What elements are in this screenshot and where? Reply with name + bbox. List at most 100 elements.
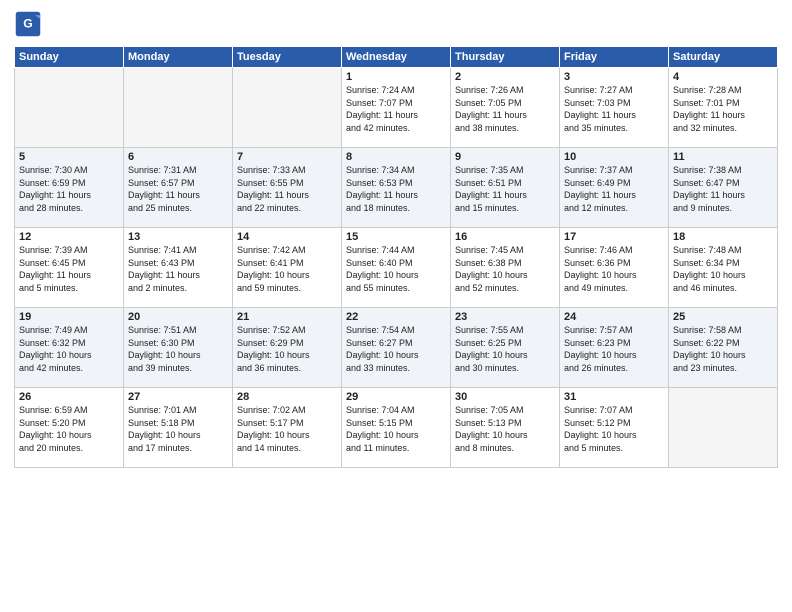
day-info: Sunrise: 7:04 AM Sunset: 5:15 PM Dayligh… (346, 404, 446, 454)
day-number: 2 (455, 71, 555, 83)
day-number: 6 (128, 151, 228, 163)
calendar-week-4: 19Sunrise: 7:49 AM Sunset: 6:32 PM Dayli… (15, 308, 778, 388)
day-info: Sunrise: 7:42 AM Sunset: 6:41 PM Dayligh… (237, 244, 337, 294)
calendar-cell: 13Sunrise: 7:41 AM Sunset: 6:43 PM Dayli… (124, 228, 233, 308)
day-number: 7 (237, 151, 337, 163)
day-info: Sunrise: 7:02 AM Sunset: 5:17 PM Dayligh… (237, 404, 337, 454)
day-number: 13 (128, 231, 228, 243)
svg-text:G: G (23, 17, 33, 31)
day-info: Sunrise: 7:24 AM Sunset: 7:07 PM Dayligh… (346, 84, 446, 134)
day-header-sunday: Sunday (15, 47, 124, 68)
day-info: Sunrise: 7:54 AM Sunset: 6:27 PM Dayligh… (346, 324, 446, 374)
calendar-cell (669, 388, 778, 468)
day-header-wednesday: Wednesday (342, 47, 451, 68)
day-info: Sunrise: 7:31 AM Sunset: 6:57 PM Dayligh… (128, 164, 228, 214)
day-number: 3 (564, 71, 664, 83)
day-number: 27 (128, 391, 228, 403)
day-number: 11 (673, 151, 773, 163)
calendar-cell: 1Sunrise: 7:24 AM Sunset: 7:07 PM Daylig… (342, 68, 451, 148)
calendar-week-3: 12Sunrise: 7:39 AM Sunset: 6:45 PM Dayli… (15, 228, 778, 308)
calendar-cell: 30Sunrise: 7:05 AM Sunset: 5:13 PM Dayli… (451, 388, 560, 468)
day-info: Sunrise: 7:38 AM Sunset: 6:47 PM Dayligh… (673, 164, 773, 214)
calendar-cell: 4Sunrise: 7:28 AM Sunset: 7:01 PM Daylig… (669, 68, 778, 148)
day-info: Sunrise: 7:44 AM Sunset: 6:40 PM Dayligh… (346, 244, 446, 294)
day-number: 20 (128, 311, 228, 323)
day-header-friday: Friday (560, 47, 669, 68)
calendar-week-5: 26Sunrise: 6:59 AM Sunset: 5:20 PM Dayli… (15, 388, 778, 468)
calendar-cell: 31Sunrise: 7:07 AM Sunset: 5:12 PM Dayli… (560, 388, 669, 468)
calendar-cell: 21Sunrise: 7:52 AM Sunset: 6:29 PM Dayli… (233, 308, 342, 388)
day-info: Sunrise: 7:57 AM Sunset: 6:23 PM Dayligh… (564, 324, 664, 374)
calendar-cell: 14Sunrise: 7:42 AM Sunset: 6:41 PM Dayli… (233, 228, 342, 308)
day-info: Sunrise: 7:07 AM Sunset: 5:12 PM Dayligh… (564, 404, 664, 454)
day-info: Sunrise: 7:27 AM Sunset: 7:03 PM Dayligh… (564, 84, 664, 134)
calendar-table: SundayMondayTuesdayWednesdayThursdayFrid… (14, 46, 778, 468)
logo-icon: G (14, 10, 42, 38)
day-info: Sunrise: 7:39 AM Sunset: 6:45 PM Dayligh… (19, 244, 119, 294)
header: G (14, 10, 778, 38)
calendar-cell: 9Sunrise: 7:35 AM Sunset: 6:51 PM Daylig… (451, 148, 560, 228)
calendar-cell (233, 68, 342, 148)
day-number: 16 (455, 231, 555, 243)
day-header-tuesday: Tuesday (233, 47, 342, 68)
calendar-cell (124, 68, 233, 148)
day-info: Sunrise: 7:55 AM Sunset: 6:25 PM Dayligh… (455, 324, 555, 374)
day-number: 1 (346, 71, 446, 83)
logo: G (14, 10, 44, 38)
day-number: 31 (564, 391, 664, 403)
day-number: 25 (673, 311, 773, 323)
calendar-cell: 22Sunrise: 7:54 AM Sunset: 6:27 PM Dayli… (342, 308, 451, 388)
day-number: 4 (673, 71, 773, 83)
calendar-cell: 25Sunrise: 7:58 AM Sunset: 6:22 PM Dayli… (669, 308, 778, 388)
page-container: G SundayMondayTuesdayWednesdayThursdayFr… (0, 0, 792, 476)
day-number: 24 (564, 311, 664, 323)
calendar-cell: 27Sunrise: 7:01 AM Sunset: 5:18 PM Dayli… (124, 388, 233, 468)
calendar-cell: 2Sunrise: 7:26 AM Sunset: 7:05 PM Daylig… (451, 68, 560, 148)
calendar-week-2: 5Sunrise: 7:30 AM Sunset: 6:59 PM Daylig… (15, 148, 778, 228)
calendar-cell: 15Sunrise: 7:44 AM Sunset: 6:40 PM Dayli… (342, 228, 451, 308)
calendar-cell: 29Sunrise: 7:04 AM Sunset: 5:15 PM Dayli… (342, 388, 451, 468)
day-info: Sunrise: 7:28 AM Sunset: 7:01 PM Dayligh… (673, 84, 773, 134)
calendar-cell: 19Sunrise: 7:49 AM Sunset: 6:32 PM Dayli… (15, 308, 124, 388)
calendar-cell: 7Sunrise: 7:33 AM Sunset: 6:55 PM Daylig… (233, 148, 342, 228)
day-header-saturday: Saturday (669, 47, 778, 68)
day-number: 23 (455, 311, 555, 323)
day-info: Sunrise: 7:46 AM Sunset: 6:36 PM Dayligh… (564, 244, 664, 294)
day-info: Sunrise: 7:37 AM Sunset: 6:49 PM Dayligh… (564, 164, 664, 214)
day-number: 15 (346, 231, 446, 243)
day-number: 22 (346, 311, 446, 323)
calendar-cell: 10Sunrise: 7:37 AM Sunset: 6:49 PM Dayli… (560, 148, 669, 228)
calendar-cell: 5Sunrise: 7:30 AM Sunset: 6:59 PM Daylig… (15, 148, 124, 228)
day-info: Sunrise: 7:33 AM Sunset: 6:55 PM Dayligh… (237, 164, 337, 214)
day-info: Sunrise: 7:41 AM Sunset: 6:43 PM Dayligh… (128, 244, 228, 294)
day-header-monday: Monday (124, 47, 233, 68)
day-number: 9 (455, 151, 555, 163)
day-number: 18 (673, 231, 773, 243)
calendar-cell: 3Sunrise: 7:27 AM Sunset: 7:03 PM Daylig… (560, 68, 669, 148)
calendar-cell: 11Sunrise: 7:38 AM Sunset: 6:47 PM Dayli… (669, 148, 778, 228)
day-info: Sunrise: 7:51 AM Sunset: 6:30 PM Dayligh… (128, 324, 228, 374)
day-number: 26 (19, 391, 119, 403)
day-number: 8 (346, 151, 446, 163)
day-number: 28 (237, 391, 337, 403)
day-info: Sunrise: 7:45 AM Sunset: 6:38 PM Dayligh… (455, 244, 555, 294)
calendar-cell: 18Sunrise: 7:48 AM Sunset: 6:34 PM Dayli… (669, 228, 778, 308)
calendar-cell: 20Sunrise: 7:51 AM Sunset: 6:30 PM Dayli… (124, 308, 233, 388)
day-number: 5 (19, 151, 119, 163)
calendar-week-1: 1Sunrise: 7:24 AM Sunset: 7:07 PM Daylig… (15, 68, 778, 148)
calendar-cell (15, 68, 124, 148)
day-number: 30 (455, 391, 555, 403)
calendar-cell: 8Sunrise: 7:34 AM Sunset: 6:53 PM Daylig… (342, 148, 451, 228)
day-info: Sunrise: 7:48 AM Sunset: 6:34 PM Dayligh… (673, 244, 773, 294)
calendar-cell: 12Sunrise: 7:39 AM Sunset: 6:45 PM Dayli… (15, 228, 124, 308)
day-info: Sunrise: 7:58 AM Sunset: 6:22 PM Dayligh… (673, 324, 773, 374)
header-row: SundayMondayTuesdayWednesdayThursdayFrid… (15, 47, 778, 68)
calendar-cell: 23Sunrise: 7:55 AM Sunset: 6:25 PM Dayli… (451, 308, 560, 388)
day-info: Sunrise: 7:35 AM Sunset: 6:51 PM Dayligh… (455, 164, 555, 214)
day-info: Sunrise: 7:01 AM Sunset: 5:18 PM Dayligh… (128, 404, 228, 454)
day-info: Sunrise: 7:26 AM Sunset: 7:05 PM Dayligh… (455, 84, 555, 134)
day-number: 19 (19, 311, 119, 323)
day-number: 10 (564, 151, 664, 163)
day-info: Sunrise: 7:30 AM Sunset: 6:59 PM Dayligh… (19, 164, 119, 214)
day-info: Sunrise: 7:52 AM Sunset: 6:29 PM Dayligh… (237, 324, 337, 374)
